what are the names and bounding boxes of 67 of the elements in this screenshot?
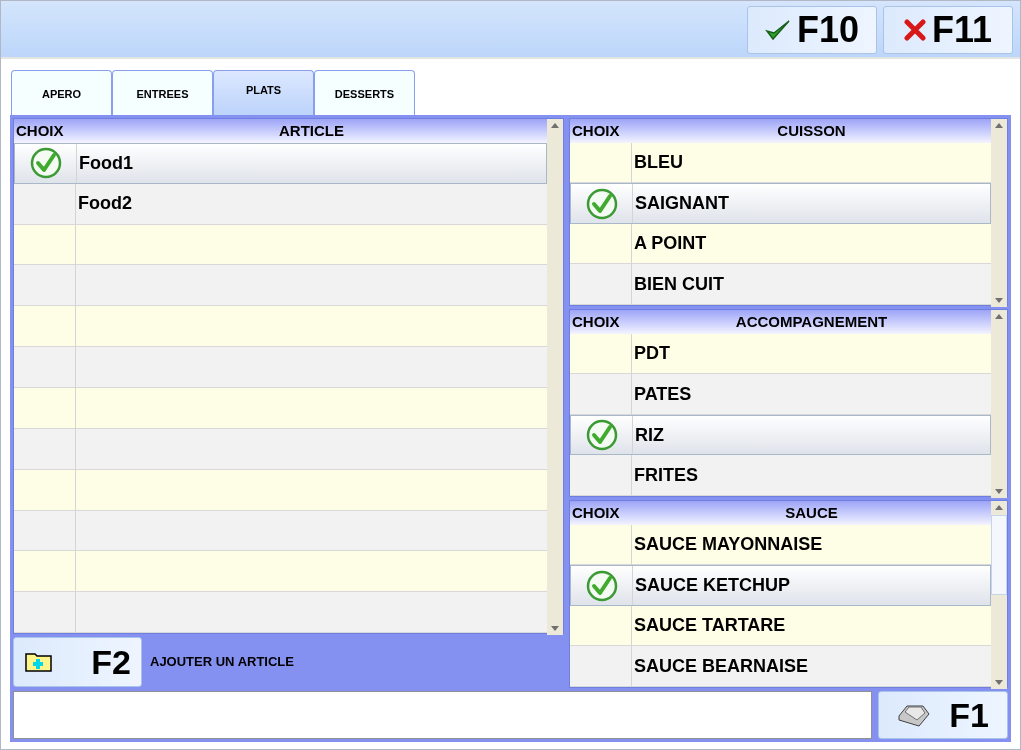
scrollbar[interactable]: [547, 119, 563, 635]
check-icon: [764, 18, 791, 42]
column-header: CHOIX: [571, 311, 621, 332]
cancel-button[interactable]: F11: [883, 6, 1013, 54]
row-label: FRITES: [633, 463, 698, 487]
scroll-down-icon[interactable]: [995, 489, 1003, 494]
scrollbar[interactable]: [991, 501, 1007, 689]
column-header: ARTICLE: [278, 120, 345, 141]
table-row[interactable]: FRITES: [570, 455, 991, 496]
row-label: A POINT: [633, 232, 707, 256]
check-circle-icon: [585, 419, 618, 452]
row-label: PATES: [633, 382, 692, 406]
cross-icon: [903, 19, 926, 41]
scroll-up-icon[interactable]: [995, 123, 1003, 128]
column-header: CUISSON: [776, 120, 847, 141]
scroll-down-icon[interactable]: [995, 680, 1003, 685]
table-row[interactable]: Food1: [14, 142, 547, 184]
table-row[interactable]: A POINT: [570, 223, 991, 265]
scroll-down-icon[interactable]: [551, 626, 559, 631]
row-label: Food2: [77, 192, 132, 216]
column-header: ACCOMPAGNEMENT: [734, 311, 889, 332]
scroll-thumb[interactable]: [991, 515, 1007, 595]
tab[interactable]: ENTREES: [112, 70, 213, 115]
scroll-down-icon[interactable]: [995, 298, 1003, 303]
column-header: CHOIX: [571, 120, 621, 141]
row-label: BIEN CUIT: [633, 272, 724, 296]
table-row[interactable]: SAUCE BEARNAISE: [570, 646, 991, 687]
table-row[interactable]: Food2: [14, 183, 547, 225]
table-row[interactable]: PATES: [570, 374, 991, 415]
row-label: SAUCE BEARNAISE: [633, 654, 809, 678]
tab[interactable]: APERO: [11, 70, 112, 115]
column-header: CHOIX: [571, 502, 621, 523]
row-label: RIZ: [634, 423, 664, 447]
table-row[interactable]: RIZ: [570, 414, 991, 456]
folder-plus-icon: [24, 650, 54, 674]
table-row[interactable]: SAUCE KETCHUP: [570, 565, 991, 606]
table-row[interactable]: SAUCE MAYONNAISE: [570, 524, 991, 566]
row-label: SAUCE TARTARE: [633, 614, 786, 638]
input-field[interactable]: [13, 691, 872, 739]
row-label: PDT: [633, 342, 670, 365]
scroll-up-icon[interactable]: [995, 314, 1003, 319]
check-circle-icon: [585, 569, 618, 602]
row-label: SAUCE KETCHUP: [634, 574, 790, 598]
confirm-button[interactable]: F10: [747, 6, 877, 54]
column-header: CHOIX: [15, 120, 65, 141]
row-label: SAIGNANT: [634, 192, 729, 216]
row-label: Food1: [78, 151, 133, 175]
tab[interactable]: DESSERTS: [314, 70, 415, 115]
table-row[interactable]: BLEU: [570, 142, 991, 184]
scroll-up-icon[interactable]: [995, 505, 1003, 510]
scroll-up-icon[interactable]: [551, 123, 559, 128]
add-article-button[interactable]: F2: [13, 637, 142, 687]
table-row[interactable]: SAUCE TARTARE: [570, 605, 991, 647]
keyboard-button[interactable]: F1: [878, 691, 1008, 739]
scrollbar[interactable]: [991, 310, 1007, 498]
key-icon: [897, 702, 931, 728]
tab[interactable]: PLATS: [213, 70, 314, 115]
table-row[interactable]: PDT: [570, 333, 991, 375]
add-article-caption: AJOUTER UN ARTICLE: [150, 653, 294, 672]
scrollbar[interactable]: [991, 119, 1007, 307]
row-label: SAUCE MAYONNAISE: [633, 533, 823, 556]
table-row[interactable]: BIEN CUIT: [570, 264, 991, 305]
table-row[interactable]: SAIGNANT: [570, 183, 991, 224]
check-circle-icon: [29, 147, 62, 180]
row-label: BLEU: [633, 151, 683, 174]
column-header: SAUCE: [784, 502, 839, 523]
check-circle-icon: [585, 187, 618, 220]
